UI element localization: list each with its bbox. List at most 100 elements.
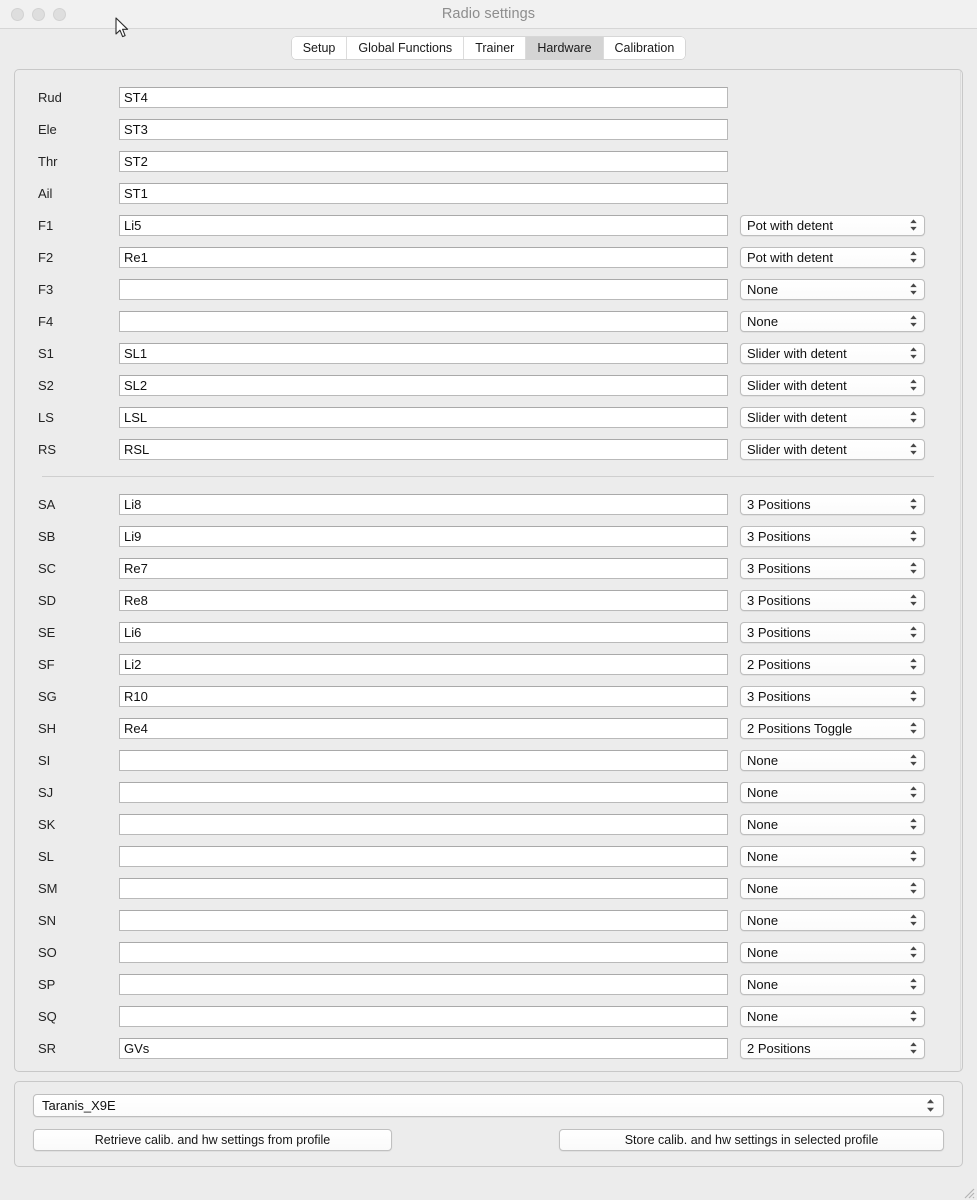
switch-name-input-sk[interactable] <box>119 813 728 835</box>
pot-name-input-ls[interactable]: LSL <box>119 406 728 428</box>
pot-type-slot-f3: None <box>740 278 925 300</box>
pot-type-select-f2[interactable]: Pot with detent <box>740 246 925 268</box>
hardware-scroll-area[interactable]: Rud ST4 Ele ST3 Thr ST2 Ail ST1 F1 Li5 Pot with de… <box>16 71 961 1070</box>
tab-calibration[interactable]: Calibration <box>603 36 686 59</box>
pot-name-input-ele[interactable]: ST3 <box>119 118 728 140</box>
switch-type-select-sh[interactable]: 2 Positions Toggle <box>740 717 925 739</box>
tab-trainer[interactable]: Trainer <box>464 36 527 59</box>
tab-hardware[interactable]: Hardware <box>526 36 604 59</box>
pot-name-input-f2[interactable]: Re1 <box>119 246 728 268</box>
pot-name-input-f4[interactable] <box>119 310 728 332</box>
switch-name-input-sd[interactable]: Re8 <box>119 589 728 611</box>
chevron-updown-icon <box>908 719 919 738</box>
pot-name-input-ail[interactable]: ST1 <box>119 182 728 204</box>
switch-name-input-sb[interactable]: Li9 <box>119 525 728 547</box>
switch-type-slot-sa: 3 Positions <box>740 493 925 515</box>
switch-type-select-sr[interactable]: 2 Positions <box>740 1037 925 1059</box>
chevron-updown-icon <box>908 408 919 427</box>
switch-type-select-si[interactable]: None <box>740 749 925 771</box>
switch-type-select-se[interactable]: 3 Positions <box>740 621 925 643</box>
pot-type-select-s2[interactable]: Slider with detent <box>740 374 925 396</box>
switch-name-input-sc[interactable]: Re7 <box>119 557 728 579</box>
switch-name-input-sr[interactable]: GVs <box>119 1037 728 1059</box>
switch-type-select-sd[interactable]: 3 Positions <box>740 589 925 611</box>
switch-type-value: 3 Positions <box>747 688 811 704</box>
switch-type-select-sc[interactable]: 3 Positions <box>740 557 925 579</box>
switch-name-input-sh[interactable]: Re4 <box>119 717 728 739</box>
pot-name-input-s2[interactable]: SL2 <box>119 374 728 396</box>
switch-type-slot-sn: None <box>740 909 925 931</box>
switch-row: SC Re7 3 Positions <box>16 552 960 584</box>
switch-type-select-sa[interactable]: 3 Positions <box>740 493 925 515</box>
pot-type-select-f1[interactable]: Pot with detent <box>740 214 925 236</box>
pot-name-input-rud[interactable]: ST4 <box>119 86 728 108</box>
switch-type-select-sb[interactable]: 3 Positions <box>740 525 925 547</box>
switch-type-select-sm[interactable]: None <box>740 877 925 899</box>
switch-type-value: None <box>747 752 779 768</box>
switch-row: SA Li8 3 Positions <box>16 488 960 520</box>
tab-global-functions[interactable]: Global Functions <box>347 36 465 59</box>
chevron-updown-icon <box>908 783 919 802</box>
switch-type-value: None <box>747 1008 779 1024</box>
pot-name-input-f1[interactable]: Li5 <box>119 214 728 236</box>
pot-type-slot-f4: None <box>740 310 925 332</box>
switch-type-select-sp[interactable]: None <box>740 973 925 995</box>
switch-type-slot-si: None <box>740 749 925 771</box>
switch-type-select-sl[interactable]: None <box>740 845 925 867</box>
switch-type-select-sf[interactable]: 2 Positions <box>740 653 925 675</box>
chevron-updown-icon <box>908 376 919 395</box>
switch-type-select-sk[interactable]: None <box>740 813 925 835</box>
switch-type-select-sq[interactable]: None <box>740 1005 925 1027</box>
switch-type-select-sj[interactable]: None <box>740 781 925 803</box>
switch-name-input-sn[interactable] <box>119 909 728 931</box>
pot-type-select-ls[interactable]: Slider with detent <box>740 406 925 428</box>
switch-name-input-sp[interactable] <box>119 973 728 995</box>
switch-name-input-si[interactable] <box>119 749 728 771</box>
switch-name-input-sa[interactable]: Li8 <box>119 493 728 515</box>
radio-profile-select[interactable]: Taranis_X9E <box>33 1094 944 1117</box>
pot-type-select-f3[interactable]: None <box>740 278 925 300</box>
switch-row: SQ None <box>16 1000 960 1032</box>
window-resize-grip[interactable] <box>961 1185 975 1199</box>
profile-button-row: Retrieve calib. and hw settings from pro… <box>33 1129 944 1151</box>
switch-label-sd: SD <box>38 592 57 608</box>
switch-type-value: 3 Positions <box>747 560 811 576</box>
switch-label-si: SI <box>38 752 51 768</box>
switch-name-input-sm[interactable] <box>119 877 728 899</box>
pot-row: F2 Re1 Pot with detent <box>16 241 960 273</box>
pot-name-input-rs[interactable]: RSL <box>119 438 728 460</box>
switch-name-input-se[interactable]: Li6 <box>119 621 728 643</box>
tab-setup[interactable]: Setup <box>291 36 348 59</box>
switch-name-input-sq[interactable] <box>119 1005 728 1027</box>
switch-name-input-sj[interactable] <box>119 781 728 803</box>
pot-row: F1 Li5 Pot with detent <box>16 209 960 241</box>
switch-name-input-so[interactable] <box>119 941 728 963</box>
pot-row: Ele ST3 <box>16 113 960 145</box>
pot-type-value: Slider with detent <box>747 345 847 361</box>
store-calibration-button[interactable]: Store calib. and hw settings in selected… <box>559 1129 944 1151</box>
switch-name-input-sl[interactable] <box>119 845 728 867</box>
switch-type-value: 3 Positions <box>747 624 811 640</box>
switch-label-sn: SN <box>38 912 57 928</box>
pot-name-input-f3[interactable] <box>119 278 728 300</box>
retrieve-calibration-button[interactable]: Retrieve calib. and hw settings from pro… <box>33 1129 392 1151</box>
switch-type-slot-sc: 3 Positions <box>740 557 925 579</box>
pot-type-select-s1[interactable]: Slider with detent <box>740 342 925 364</box>
chevron-updown-icon <box>908 344 919 363</box>
pot-row: Ail ST1 <box>16 177 960 209</box>
pot-type-select-rs[interactable]: Slider with detent <box>740 438 925 460</box>
switch-type-slot-sf: 2 Positions <box>740 653 925 675</box>
switch-type-slot-so: None <box>740 941 925 963</box>
switch-name-input-sg[interactable]: R10 <box>119 685 728 707</box>
switch-type-select-sn[interactable]: None <box>740 909 925 931</box>
switch-type-select-so[interactable]: None <box>740 941 925 963</box>
pot-name-input-s1[interactable]: SL1 <box>119 342 728 364</box>
switch-row: SG R10 3 Positions <box>16 680 960 712</box>
pot-type-slot-s2: Slider with detent <box>740 374 925 396</box>
switch-type-select-sg[interactable]: 3 Positions <box>740 685 925 707</box>
pot-type-value: None <box>747 281 779 297</box>
pot-name-input-thr[interactable]: ST2 <box>119 150 728 172</box>
switch-name-input-sf[interactable]: Li2 <box>119 653 728 675</box>
pot-type-select-f4[interactable]: None <box>740 310 925 332</box>
pot-label-ail: Ail <box>38 185 53 201</box>
